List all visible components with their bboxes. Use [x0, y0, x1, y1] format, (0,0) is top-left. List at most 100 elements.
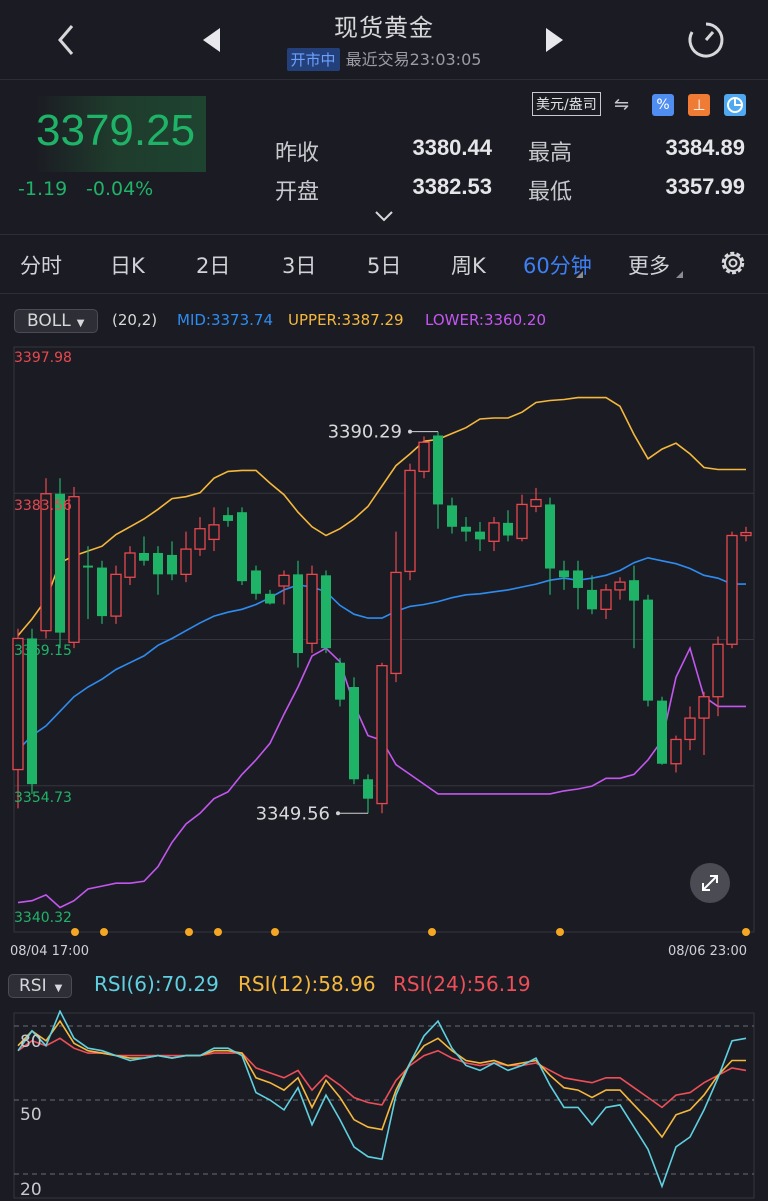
fullscreen-button[interactable]: [690, 863, 730, 903]
expand-quote-button[interactable]: [373, 208, 395, 222]
refresh-icon: [688, 22, 724, 58]
rsi-axis-label: 80: [20, 1032, 42, 1052]
rsi-indicator-select[interactable]: RSI ▼: [8, 974, 72, 998]
candle-body: [573, 570, 583, 588]
price-axis-label: 3354.73: [14, 790, 72, 806]
candle-body: [629, 580, 639, 601]
gear-icon: [721, 251, 745, 275]
rsi-axis-label: 20: [20, 1180, 42, 1200]
event-dot: [214, 928, 222, 936]
boll-upper-value: UPPER:3387.29: [288, 311, 404, 329]
candle-body: [293, 574, 303, 654]
high-marker-label: 3390.29: [328, 422, 402, 443]
chevron-down-icon: ▼: [54, 983, 63, 994]
candle-body: [321, 575, 331, 649]
settings-button[interactable]: [718, 248, 748, 278]
tab-2-day[interactable]: 2日: [196, 250, 230, 280]
candle-body: [726, 534, 738, 645]
next-item-button[interactable]: [542, 26, 566, 54]
candle-body: [27, 638, 37, 785]
rsi24-value: RSI(24):56.19: [393, 972, 531, 996]
candle-body: [657, 700, 667, 764]
quote-divider: [0, 234, 768, 235]
price-axis-label: 3340.32: [14, 910, 72, 926]
candle-body: [139, 552, 149, 561]
price-change-pct: -0.04%: [86, 178, 154, 200]
price-axis-label: 3369.15: [14, 643, 72, 659]
event-dot: [271, 928, 279, 936]
candle-body: [740, 531, 752, 537]
page-title: 现货黄金: [334, 14, 434, 42]
candle-body: [83, 565, 93, 568]
open-label: 开盘: [275, 180, 320, 205]
candle-body: [684, 717, 696, 741]
tab-weekly-k[interactable]: 周K: [451, 250, 486, 280]
rsi-chart[interactable]: 80 50 20: [0, 1010, 768, 1201]
percent-icon[interactable]: %: [652, 94, 674, 116]
candle-body: [68, 496, 80, 643]
rsi-frame: [13, 1012, 755, 1199]
tool-icon[interactable]: ⊥: [688, 94, 710, 116]
event-dot: [556, 928, 564, 936]
candle-body: [55, 493, 65, 633]
candle-body: [712, 643, 724, 698]
tab-more-corner: [676, 271, 683, 278]
candle-body: [208, 524, 220, 541]
event-dot: [71, 928, 79, 936]
tab-timeshare[interactable]: 分时: [20, 250, 62, 280]
last-trade-time: 最近交易23:03:05: [345, 50, 482, 69]
tab-daily-k[interactable]: 日K: [110, 250, 145, 280]
pie-chart-icon[interactable]: [724, 94, 746, 116]
candle-body: [306, 573, 318, 644]
tab-3-day[interactable]: 3日: [282, 250, 316, 280]
low-marker-dot: [336, 811, 340, 816]
candle-body: [278, 574, 290, 587]
candle-body: [418, 441, 430, 473]
event-dot: [100, 928, 108, 936]
candle-body: [503, 522, 513, 536]
candle-body: [698, 696, 710, 719]
low-label: 最低: [528, 180, 573, 205]
boll-select-label: BOLL: [27, 311, 71, 331]
tab-5-day[interactable]: 5日: [367, 250, 401, 280]
candle-body: [545, 504, 555, 569]
candle-body: [530, 498, 542, 508]
high-marker-dot: [408, 429, 412, 434]
tabs-divider: [0, 293, 768, 294]
price-change: -1.19: [18, 178, 68, 200]
tab-more[interactable]: 更多: [628, 250, 670, 280]
chevron-down-icon: ▼: [76, 318, 85, 329]
refresh-button[interactable]: [686, 20, 726, 60]
rsi-select-label: RSI: [19, 976, 47, 996]
currency-unit-toggle[interactable]: 美元/盎司: [532, 92, 601, 116]
candle-body: [390, 571, 402, 675]
candle-body: [153, 552, 163, 575]
candle-body: [600, 589, 612, 610]
high-value: 3384.89: [665, 135, 745, 160]
candle-body: [97, 567, 107, 617]
swap-unit-icon[interactable]: ⇋: [614, 94, 629, 115]
candle-body: [376, 665, 388, 805]
candle-body: [251, 570, 261, 594]
candle-body: [335, 662, 345, 700]
price-axis-label: 3383.56: [14, 498, 72, 514]
rsi12-line: [17, 1019, 746, 1139]
header-divider: [0, 79, 768, 80]
candle-body: [433, 435, 443, 505]
rsi6-line: [17, 1010, 747, 1189]
candle-body: [194, 528, 206, 550]
candle-body: [559, 570, 569, 578]
event-dot: [428, 928, 436, 936]
event-dot: [742, 928, 750, 936]
event-dot: [185, 928, 193, 936]
high-label: 最高: [528, 141, 573, 166]
candlestick-chart[interactable]: 3397.98 3383.56 3369.15 3354.73 3340.32 3390.…: [0, 340, 768, 970]
trade-status: 开市中 最近交易23:03:05: [0, 46, 768, 71]
triangle-right-icon: [546, 28, 563, 52]
boll-indicator-select[interactable]: BOLL ▼: [14, 309, 98, 333]
candle-body: [167, 554, 177, 575]
chevron-down-icon: [375, 211, 393, 222]
candle-body: [461, 526, 471, 532]
time-axis-end: 08/06 23:00: [668, 944, 748, 959]
rsi24-line: [17, 1037, 747, 1109]
